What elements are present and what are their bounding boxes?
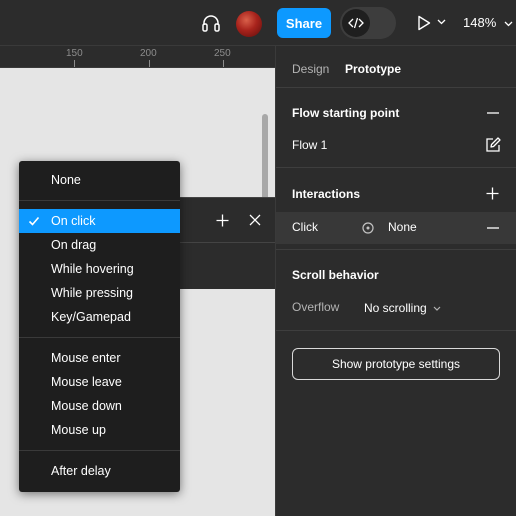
- interaction-trigger[interactable]: Click: [292, 220, 318, 234]
- share-button[interactable]: Share: [277, 8, 331, 38]
- menu-item-label: Key/Gamepad: [51, 310, 131, 324]
- scroll-section-title: Scroll behavior: [292, 268, 379, 282]
- menu-item-label: Mouse down: [51, 399, 122, 413]
- menu-item-on-click[interactable]: On click: [19, 209, 180, 233]
- dev-mode-toggle[interactable]: [340, 7, 396, 39]
- menu-divider: [19, 200, 180, 201]
- menu-item-while-hovering[interactable]: While hovering: [19, 257, 180, 281]
- menu-item-key-gamepad[interactable]: Key/Gamepad: [19, 305, 180, 329]
- zoom-label: 148%: [463, 15, 497, 30]
- headphones-icon[interactable]: [199, 12, 223, 34]
- divider: [276, 249, 516, 250]
- menu-item-after-delay[interactable]: After delay: [19, 459, 180, 483]
- remove-interaction-icon[interactable]: [486, 221, 500, 235]
- menu-item-none[interactable]: None: [19, 168, 180, 192]
- interaction-action[interactable]: None: [388, 220, 417, 234]
- interaction-details-popover: [170, 197, 275, 289]
- tab-prototype[interactable]: Prototype: [345, 62, 401, 76]
- toolbar: Share 148%: [0, 0, 516, 46]
- ruler-label: 150: [66, 48, 83, 59]
- properties-panel: Design Prototype Flow starting point Flo…: [275, 46, 516, 516]
- menu-item-label: On click: [51, 214, 96, 228]
- menu-divider: [19, 450, 180, 451]
- menu-item-label: After delay: [51, 464, 111, 478]
- code-icon: [342, 9, 370, 37]
- avatar[interactable]: [236, 11, 262, 37]
- zoom-chevron-icon: [504, 21, 513, 26]
- menu-item-while-pressing[interactable]: While pressing: [19, 281, 180, 305]
- chevron-down-icon: [433, 306, 441, 311]
- divider: [276, 167, 516, 168]
- present-dropdown-chevron-icon[interactable]: [436, 17, 446, 27]
- show-prototype-settings-button[interactable]: Show prototype settings: [292, 348, 500, 380]
- present-play-icon[interactable]: [416, 13, 432, 33]
- divider: [276, 87, 516, 88]
- interactions-section-title: Interactions: [292, 187, 361, 201]
- ruler-tick: [149, 60, 150, 67]
- tab-design[interactable]: Design: [292, 62, 329, 76]
- divider: [170, 242, 275, 243]
- overflow-select[interactable]: No scrolling: [364, 300, 441, 316]
- divider: [276, 330, 516, 331]
- zoom-level[interactable]: 148%: [463, 15, 513, 30]
- trigger-dropdown-menu: None On click On drag While hovering Whi…: [19, 161, 180, 492]
- flow-section-title: Flow starting point: [292, 106, 400, 120]
- add-interaction-icon[interactable]: [485, 186, 499, 200]
- action-target-icon: [361, 221, 375, 235]
- ruler-tick: [74, 60, 75, 67]
- edit-icon[interactable]: [484, 136, 502, 154]
- ruler-tick: [223, 60, 224, 67]
- flow-name[interactable]: Flow 1: [292, 138, 327, 152]
- menu-item-mouse-up[interactable]: Mouse up: [19, 418, 180, 442]
- horizontal-ruler: 150 200 250: [0, 46, 275, 68]
- ruler-label: 250: [214, 48, 231, 59]
- menu-item-label: While pressing: [51, 286, 133, 300]
- menu-item-label: Mouse up: [51, 423, 106, 437]
- overflow-label: Overflow: [292, 300, 340, 314]
- ruler-label: 200: [140, 48, 157, 59]
- interaction-row[interactable]: Click None: [276, 212, 516, 244]
- menu-item-on-drag[interactable]: On drag: [19, 233, 180, 257]
- menu-item-label: On drag: [51, 238, 97, 252]
- menu-divider: [19, 337, 180, 338]
- menu-item-label: None: [51, 173, 81, 187]
- menu-item-label: While hovering: [51, 262, 134, 276]
- menu-item-mouse-down[interactable]: Mouse down: [19, 394, 180, 418]
- menu-item-mouse-enter[interactable]: Mouse enter: [19, 346, 180, 370]
- add-icon[interactable]: [214, 212, 230, 228]
- remove-flow-icon[interactable]: [486, 106, 500, 120]
- menu-item-mouse-leave[interactable]: Mouse leave: [19, 370, 180, 394]
- checkmark-icon: [28, 216, 40, 226]
- overflow-value: No scrolling: [364, 301, 427, 315]
- close-icon[interactable]: [247, 212, 263, 228]
- menu-item-label: Mouse enter: [51, 351, 121, 365]
- menu-item-label: Mouse leave: [51, 375, 122, 389]
